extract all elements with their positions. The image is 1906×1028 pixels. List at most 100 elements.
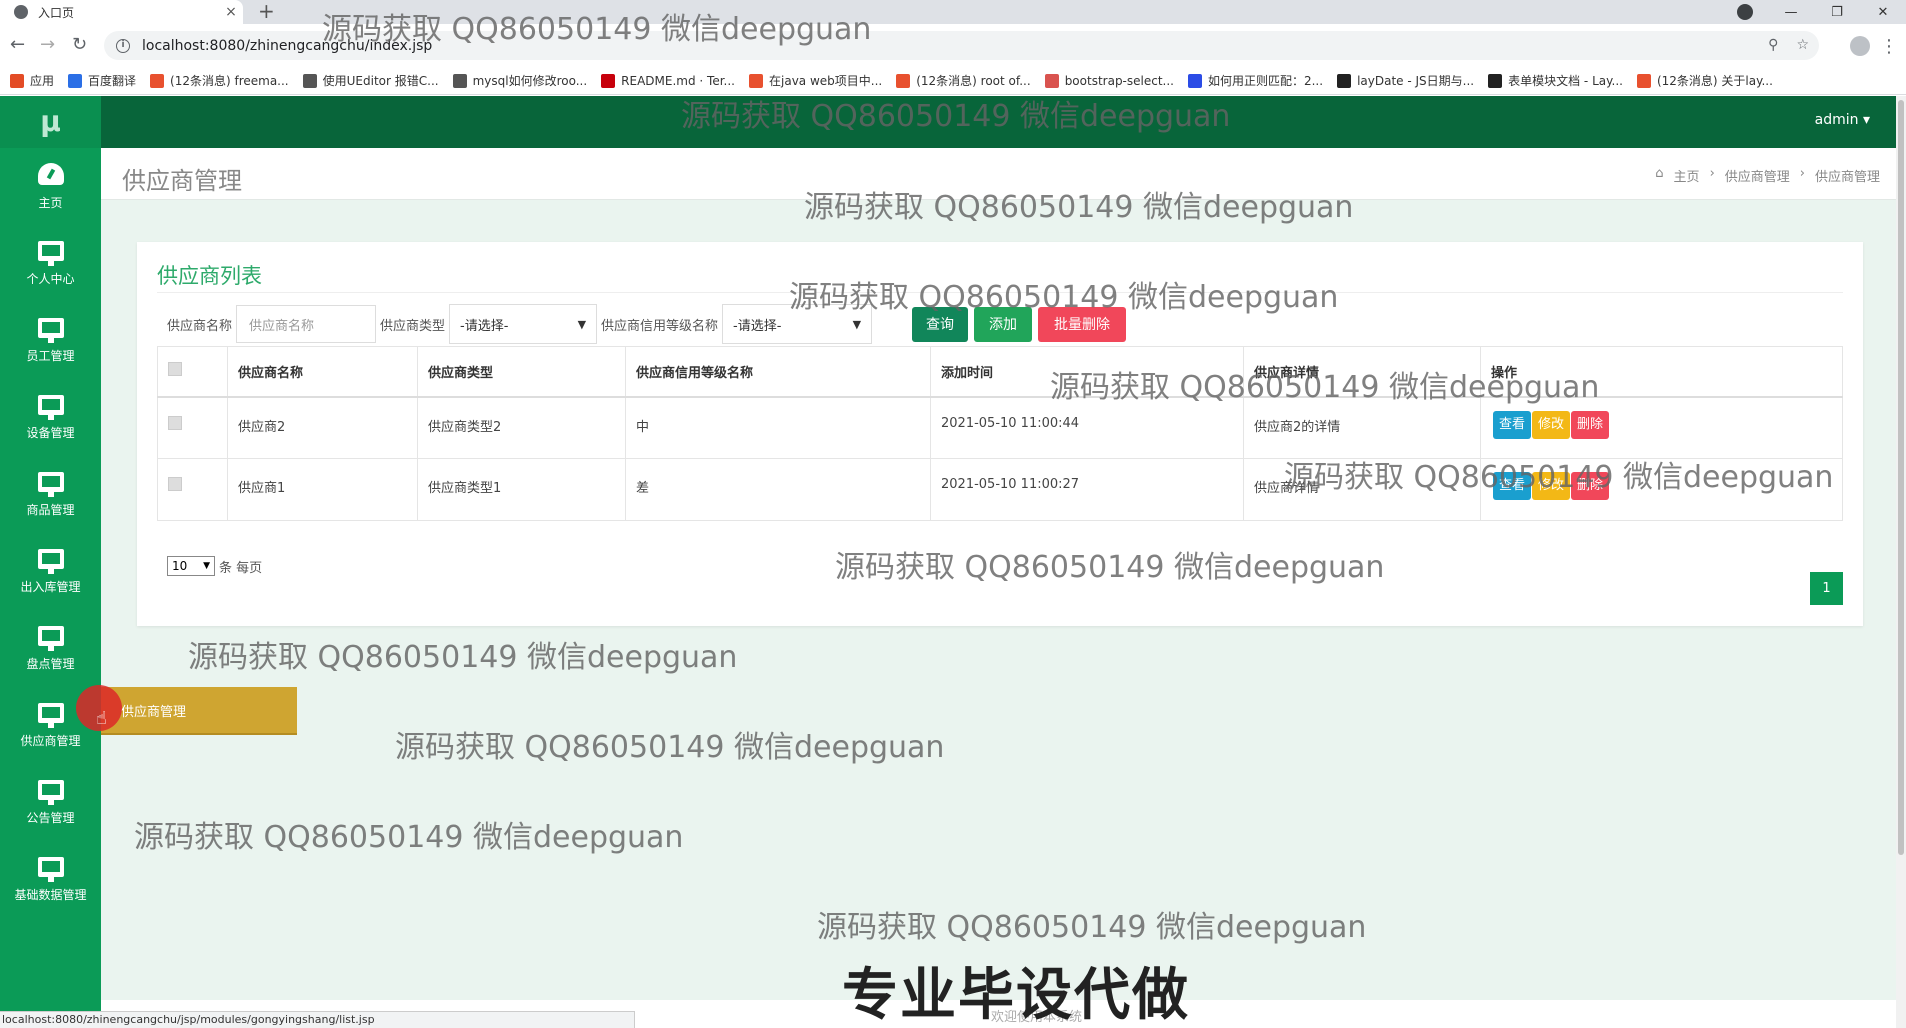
batch-delete-button[interactable]: 批量删除 <box>1038 306 1127 342</box>
promo-banner: 专业毕设代做 <box>842 963 1190 1028</box>
sidebar-item-label: 出入库管理 <box>20 579 81 594</box>
add-button[interactable]: 添加 <box>974 306 1033 342</box>
profile-icon[interactable] <box>1737 4 1753 20</box>
bookmark-item[interactable]: layDate - JS日期与... <box>1337 72 1474 89</box>
table-row: 供应商1 供应商类型1 差 2021-05-10 11:00:27 供应商详情 … <box>157 458 1843 521</box>
bookmark-item[interactable]: mysql如何修改roo... <box>452 72 587 89</box>
bookmark-item[interactable]: (12条消息) 关于lay... <box>1636 72 1773 89</box>
home-icon: ⌂ <box>1655 166 1664 181</box>
page-size-select[interactable]: 10 ▼ <box>167 556 215 576</box>
edit-button[interactable]: 修改 <box>1532 472 1571 500</box>
edit-button[interactable]: 修改 <box>1532 410 1571 439</box>
bookmark-item[interactable]: 应用 <box>10 72 54 89</box>
bookmark-item[interactable]: 如何用正则匹配：2... <box>1187 72 1324 89</box>
sidebar-item[interactable]: 个人中心 <box>0 225 101 302</box>
view-button[interactable]: 查看 <box>1493 472 1532 500</box>
breadcrumb-home[interactable]: 主页 <box>1674 166 1700 185</box>
per-page-label: 条 每页 <box>219 560 263 576</box>
new-tab-button[interactable]: + <box>258 0 275 24</box>
view-button[interactable]: 查看 <box>1493 410 1532 439</box>
vertical-scrollbar[interactable] <box>1896 96 1906 1028</box>
breadcrumb: ⌂ 主页 › 供应商管理 › 供应商管理 <box>1655 166 1880 185</box>
supplier-type-select[interactable]: -请选择- ▼ <box>449 304 598 344</box>
chevron-down-icon: ▼ <box>203 561 210 571</box>
breadcrumb-section[interactable]: 供应商管理 <box>1725 166 1790 185</box>
bookmark-item[interactable]: (12条消息) freema... <box>150 72 289 89</box>
sidebar-item[interactable]: 公告管理 <box>0 764 101 841</box>
hand-cursor-icon: ☝ <box>96 708 107 729</box>
browser-tab[interactable]: 入口页 × <box>0 0 243 24</box>
restore-icon[interactable]: ❐ <box>1814 5 1860 20</box>
reload-icon[interactable]: ↻ <box>72 34 87 55</box>
divider <box>157 292 1843 293</box>
bookmark-item[interactable]: 表单模块文档 - Lay... <box>1488 72 1623 89</box>
bookmark-favicon-icon <box>896 73 911 88</box>
sidebar-item-label: 主页 <box>38 195 63 210</box>
credit-level-label: 供应商信用等级名称 <box>601 318 719 334</box>
delete-button[interactable]: 删除 <box>1571 472 1610 500</box>
sidebar-item-label: 个人中心 <box>26 271 75 286</box>
bookmark-item[interactable]: (12条消息) root of... <box>896 72 1031 89</box>
globe-icon <box>14 5 28 19</box>
bookmark-favicon-icon <box>1636 73 1651 88</box>
bookmark-favicon-icon <box>601 73 616 88</box>
back-icon[interactable]: ← <box>10 34 25 55</box>
bookmark-favicon-icon <box>1187 73 1202 88</box>
bookmark-label: (12条消息) root of... <box>916 74 1031 88</box>
minimize-icon[interactable]: — <box>1768 5 1814 20</box>
cell-operations: 查看 修改 删除 <box>1480 396 1843 459</box>
bookmark-favicon-icon <box>1044 73 1059 88</box>
cell-supplier-detail: 供应商2的详情 <box>1243 396 1481 459</box>
supplier-list-card: 供应商列表 供应商名称 供应商名称 供应商类型 -请选择- ▼ 供应商信用等级名… <box>137 242 1863 626</box>
row-checkbox[interactable] <box>168 415 182 430</box>
forward-icon[interactable]: → <box>40 34 55 55</box>
bookmark-label: 在java web项目中... <box>769 74 883 88</box>
bookmark-item[interactable]: bootstrap-select... <box>1044 73 1174 88</box>
account-icon[interactable] <box>1850 36 1870 56</box>
cell-add-time: 2021-05-10 11:00:44 <box>930 396 1244 459</box>
key-icon[interactable]: ⚲ <box>1768 37 1778 53</box>
pagination-page-1[interactable]: 1 <box>1810 572 1843 605</box>
cell-credit-level: 中 <box>625 396 931 459</box>
select-all-checkbox[interactable] <box>168 362 182 377</box>
bookmark-label: 使用UEditor 报错C... <box>322 74 439 88</box>
cell-supplier-type: 供应商类型1 <box>417 458 626 521</box>
row-checkbox[interactable] <box>168 477 182 491</box>
tab-close-icon[interactable]: × <box>219 4 243 20</box>
delete-button[interactable]: 删除 <box>1571 410 1610 439</box>
sidebar-item[interactable]: 员工管理 <box>0 302 101 379</box>
window-close-icon[interactable]: ✕ <box>1860 5 1906 20</box>
sidebar-item[interactable]: 设备管理 <box>0 379 101 456</box>
bookmark-favicon-icon <box>150 73 165 88</box>
bookmark-label: 如何用正则匹配：2... <box>1207 74 1324 88</box>
sidebar-item[interactable]: 商品管理 <box>0 456 101 533</box>
admin-menu[interactable]: admin ▾ <box>1815 112 1870 128</box>
supplier-table: 供应商名称 供应商类型 供应商信用等级名称 添加时间 供应商详情 操作 供应商2… <box>157 346 1843 521</box>
query-button[interactable]: 查询 <box>912 306 969 342</box>
supplier-name-input[interactable]: 供应商名称 <box>236 305 377 343</box>
star-icon[interactable]: ☆ <box>1796 37 1809 53</box>
sidebar-item[interactable]: 主页 <box>0 148 101 225</box>
scrollbar-thumb[interactable] <box>1898 100 1904 855</box>
col-supplier-detail: 供应商详情 <box>1243 346 1481 398</box>
site-info-icon[interactable]: i <box>116 38 130 53</box>
table-header-row: 供应商名称 供应商类型 供应商信用等级名称 添加时间 供应商详情 操作 <box>157 346 1843 398</box>
chevron-down-icon: ▼ <box>852 317 862 331</box>
browser-menu-icon[interactable]: ⋮ <box>1880 36 1898 57</box>
credit-level-select[interactable]: -请选择- ▼ <box>722 304 873 344</box>
cell-supplier-type: 供应商类型2 <box>417 396 626 459</box>
bookmark-item[interactable]: 在java web项目中... <box>749 72 882 89</box>
omnibox[interactable]: i localhost:8080/zhinengcangchu/index.js… <box>104 31 1819 60</box>
bookmark-favicon-icon <box>302 73 317 88</box>
bookmark-item[interactable]: 百度翻译 <box>68 72 136 89</box>
col-supplier-type: 供应商类型 <box>417 346 626 398</box>
bookmark-item[interactable]: README.md · Ter... <box>601 73 735 88</box>
sidebar-item[interactable]: 出入库管理 <box>0 533 101 610</box>
bookmark-item[interactable]: 使用UEditor 报错C... <box>302 72 439 89</box>
app-logo: μ <box>0 96 101 148</box>
cell-credit-level: 差 <box>625 458 931 521</box>
sidebar-hover-submenu[interactable]: 供应商管理 <box>101 687 297 735</box>
sidebar-item[interactable]: 基础数据管理 <box>0 841 101 918</box>
browser-tabbar: 入口页 × + — ❐ ✕ <box>0 0 1906 24</box>
sidebar-item[interactable]: 盘点管理 <box>0 610 101 687</box>
